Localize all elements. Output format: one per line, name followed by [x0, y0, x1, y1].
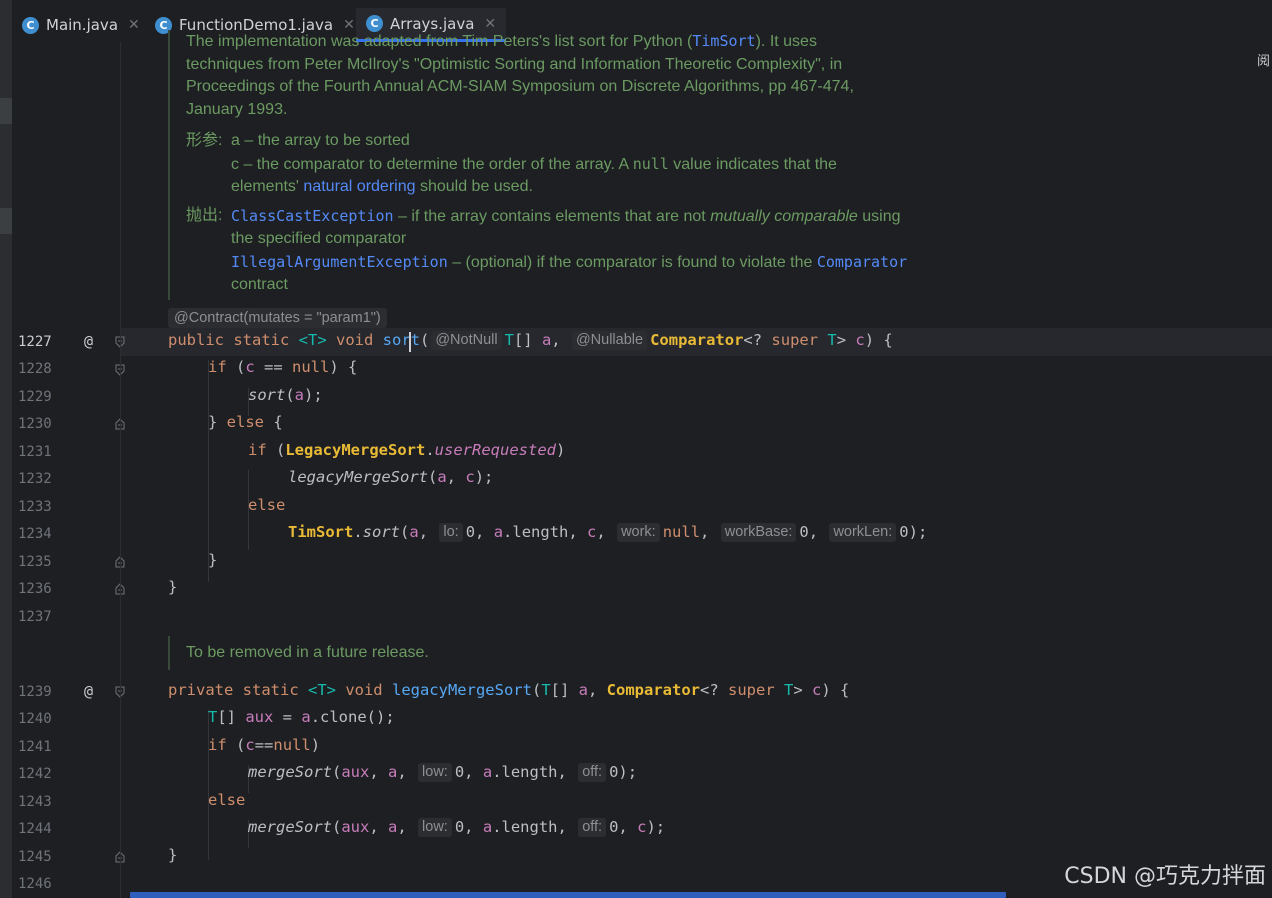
- reader-mode-toggle[interactable]: 阅: [1257, 50, 1270, 69]
- code-line-1232[interactable]: legacyMergeSort(a, c);: [288, 468, 493, 486]
- doc-text: Proceedings of the Fourth Annual ACM-SIA…: [186, 78, 854, 95]
- watermark: CSDN @巧克力拌面: [1064, 864, 1266, 889]
- line-number: 1246: [18, 876, 52, 892]
- code-line-1235[interactable]: }: [208, 551, 217, 569]
- code-editor[interactable]: 1227 1228 1229 1230 1231 1232 1233 1234 …: [12, 30, 1272, 898]
- code-line-1233[interactable]: else: [248, 496, 285, 514]
- text-caret: [409, 332, 411, 352]
- close-icon[interactable]: ✕: [128, 17, 140, 33]
- code-line-1231[interactable]: if (LegacyMergeSort.userRequested): [248, 441, 565, 459]
- code-line-1228[interactable]: if (c == null) {: [208, 358, 357, 376]
- rendered-javadoc: The implementation was adapted from Tim …: [168, 30, 966, 300]
- param-hint-workbase: workBase:: [720, 523, 797, 542]
- doc-text: January 1993.: [186, 100, 288, 118]
- throws-label: 抛出:: [186, 206, 223, 224]
- override-icon[interactable]: @: [84, 682, 93, 700]
- line-number: 1242: [18, 766, 52, 782]
- param-hint-lo: lo:: [439, 523, 463, 542]
- code-line-1245[interactable]: }: [168, 846, 177, 864]
- throws-illegalarg-cont: contract: [231, 276, 288, 293]
- line-number: 1241: [18, 739, 52, 755]
- params-label: 形参:: [186, 132, 223, 149]
- contract-inlay-hint[interactable]: @Contract(mutates = "param1"): [168, 308, 387, 328]
- line-number: 1237: [18, 609, 52, 625]
- code-line-1241[interactable]: if (c==null): [208, 736, 320, 754]
- indent-guide: [208, 360, 209, 582]
- notnull-annotation-hint: @NotNull: [431, 331, 502, 350]
- gutter-separator: [120, 42, 121, 898]
- tab-main-java[interactable]: C Main.java ✕: [22, 8, 140, 42]
- throws-classcast-cont: the specified comparator: [231, 230, 407, 247]
- throws-illegalarg: IllegalArgumentException – (optional) if…: [231, 252, 908, 271]
- param-hint-low: low:: [418, 818, 452, 837]
- line-number: 1231: [18, 444, 52, 460]
- code-line-1240[interactable]: T[] aux = a.clone();: [208, 708, 395, 726]
- line-number: 1234: [18, 526, 52, 542]
- line-number: 1228: [18, 361, 52, 377]
- line-number: 1240: [18, 711, 52, 727]
- code-line-1234[interactable]: TimSort.sort(a, lo: 0, a.length, c, work:…: [288, 523, 927, 542]
- code-line-1236[interactable]: }: [168, 578, 177, 596]
- tool-window-marker[interactable]: [0, 98, 12, 124]
- doc-text: The implementation was adapted from Tim …: [186, 32, 817, 50]
- classcastexception-link[interactable]: ClassCastException: [231, 207, 394, 225]
- line-number: 1245: [18, 849, 52, 865]
- param-hint-low: low:: [418, 763, 452, 782]
- doc-params: 形参: a – the array to be sorted c – the c…: [186, 130, 966, 199]
- line-number: 1230: [18, 416, 52, 432]
- param-hint-worklen: workLen:: [829, 523, 897, 542]
- line-number: 1243: [18, 794, 52, 810]
- param-hint-work: work:: [617, 523, 660, 542]
- code-line-1239[interactable]: private static <T> void legacyMergeSort(…: [168, 681, 849, 699]
- throws-classcast: ClassCastException – if the array contai…: [231, 206, 901, 225]
- param-a: a – the array to be sorted: [231, 132, 410, 149]
- param-hint-off: off:: [578, 763, 607, 782]
- code-line-1227[interactable]: public static <T> void sort(@NotNull T[] …: [168, 331, 893, 350]
- param-hint-off: off:: [578, 818, 607, 837]
- line-number: 1227: [18, 334, 52, 350]
- code-line-1229[interactable]: sort(a);: [248, 386, 323, 404]
- line-number: 1235: [18, 554, 52, 570]
- param-c-cont: elements' natural ordering should be use…: [231, 178, 533, 195]
- illegalargumentexception-link[interactable]: IllegalArgumentException: [231, 253, 448, 271]
- comparator-link[interactable]: Comparator: [817, 253, 907, 271]
- line-number: 1232: [18, 471, 52, 487]
- override-icon[interactable]: @: [84, 332, 93, 350]
- tool-window-marker[interactable]: [0, 208, 12, 234]
- tab-label: Main.java: [46, 16, 119, 34]
- param-c: c – the comparator to determine the orde…: [231, 154, 837, 173]
- java-class-icon: C: [22, 16, 39, 34]
- doc-text: To be removed in a future release.: [186, 644, 429, 661]
- nullable-annotation-hint: @Nullable: [571, 331, 648, 350]
- line-gutter: 1227 1228 1229 1230 1231 1232 1233 1234 …: [12, 42, 125, 898]
- line-number: 1236: [18, 581, 52, 597]
- code-line-1243[interactable]: else: [208, 791, 245, 809]
- line-number: 1244: [18, 821, 52, 837]
- indent-guide: [208, 710, 209, 860]
- code-line-1230[interactable]: } else {: [208, 413, 283, 431]
- natural-ordering-link[interactable]: natural ordering: [303, 178, 415, 195]
- line-number: 1239: [18, 684, 52, 700]
- code-line-1244[interactable]: mergeSort(aux, a, low: 0, a.length, off: 0…: [248, 818, 665, 837]
- line-number: 1229: [18, 389, 52, 405]
- doc-text: techniques from Peter McIlroy's "Optimis…: [186, 55, 843, 73]
- doc-throws: 抛出: ClassCastException – if the array co…: [186, 205, 966, 297]
- line-number: 1233: [18, 499, 52, 515]
- code-line-1242[interactable]: mergeSort(aux, a, low: 0, a.length, off: 0…: [248, 763, 637, 782]
- horizontal-scrollbar[interactable]: [130, 892, 1006, 898]
- rendered-javadoc-deprecated: To be removed in a future release.: [168, 636, 429, 670]
